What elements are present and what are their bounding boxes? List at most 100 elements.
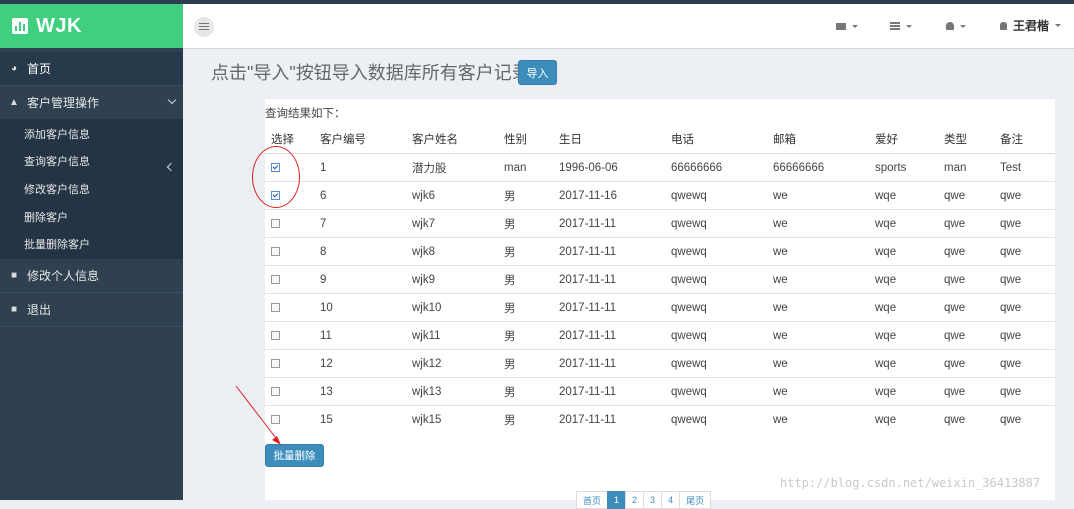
messages-menu[interactable] [836,20,858,32]
caret-down-icon [960,24,966,28]
table-cell: qwe [1000,321,1055,350]
submenu-delete-customer[interactable]: 删除客户 [0,203,183,231]
pagination-page-4[interactable]: 4 [661,491,681,509]
sidebar-toggle-button[interactable] [194,17,214,37]
column-header: 生日 [559,125,671,154]
logo[interactable]: WJK [0,4,183,48]
table-row: 15 wjk15 男 2017-11-11 qwewq we wqe qwe qwe [265,405,1055,433]
table-cell: 2017-11-11 [559,293,671,322]
import-button[interactable]: 导入 [518,60,557,85]
select-cell [265,377,320,406]
pagination-first[interactable]: 首页 [576,491,609,509]
select-cell [265,405,320,433]
table-cell: 2017-11-11 [559,377,671,406]
table-cell: 潜力股 [412,153,504,182]
table-cell: 11 [320,321,412,350]
pagination-page-1[interactable]: 1 [607,491,627,509]
table-row: 11 wjk11 男 2017-11-11 qwewq we wqe qwe qwe [265,321,1055,350]
table-cell: we [773,321,875,350]
row-checkbox[interactable] [271,246,280,256]
sidebar-item-logout[interactable]: ■ 退出 [0,293,183,326]
table-cell: 2017-11-11 [559,237,671,266]
watermark: http://blog.csdn.net/weixin_36413887 [780,476,1041,490]
row-checkbox[interactable] [271,358,280,368]
submenu-add-customer[interactable]: 添加客户信息 [0,120,183,148]
submenu-edit-customer[interactable]: 修改客户信息 [0,175,183,203]
table-cell: wjk9 [412,265,504,294]
envelope-icon [836,22,846,30]
table-cell: wjk11 [412,321,504,350]
table-cell: qwewq [671,209,773,238]
row-checkbox[interactable] [271,414,280,424]
table-cell: wqe [875,321,944,350]
table-cell: wqe [875,237,944,266]
table-header-row: 选择 客户编号 客户姓名 性别 生日 电话 邮箱 爱好 类型 备注 [265,125,1055,154]
table-cell: qwe [944,349,1000,378]
row-checkbox[interactable] [271,330,280,340]
table-cell: wqe [875,181,944,210]
results-panel: 查询结果如下： 选择 客户编号 客户姓名 性别 生日 电话 邮箱 爱好 类型 备… [265,99,1055,500]
file-icon: ■ [10,269,18,281]
select-cell [265,209,320,238]
table-cell: qwe [944,237,1000,266]
select-cell [265,265,320,294]
top-navbar: 王君楷 [183,4,1074,49]
table-cell: 男 [504,237,559,266]
table-cell: wjk8 [412,237,504,266]
table-cell: 9 [320,265,412,294]
row-checkbox[interactable] [271,386,280,396]
table-cell: qwe [944,209,1000,238]
user-icon [1000,21,1007,30]
bar-chart-icon [12,18,28,34]
sidebar-item-label: 客户管理操作 [27,96,100,110]
row-checkbox[interactable] [271,302,280,312]
sidebar-item-home[interactable]: ◕ 首页 [0,52,183,85]
row-checkbox[interactable] [271,274,280,284]
table-cell: 男 [504,265,559,294]
table-cell: 1996-06-06 [559,153,671,182]
select-cell [265,321,320,350]
notifications-menu[interactable] [946,20,966,32]
table-cell: wjk15 [412,405,504,433]
table-cell: 66666666 [671,153,773,182]
sidebar-item-customer-management[interactable]: ▲ 客户管理操作 [0,86,183,119]
tasks-menu[interactable] [890,20,912,32]
table-cell: sports [875,153,944,182]
sidebar: WJK ◕ 首页 ▲ 客户管理操作 添加客户信息 查询客户信息 修改客户信息 删… [0,4,183,500]
batch-delete-button[interactable]: 批量删除 [265,444,324,467]
table-cell: qwe [944,321,1000,350]
table-cell: wjk10 [412,293,504,322]
user-name: 王君楷 [1013,19,1050,33]
table-cell: 2017-11-11 [559,265,671,294]
table-cell: we [773,209,875,238]
table-cell: wqe [875,265,944,294]
sidebar-item-edit-profile[interactable]: ■ 修改个人信息 [0,259,183,292]
column-header: 备注 [1000,125,1055,154]
pagination-page-3[interactable]: 3 [643,491,663,509]
table-cell: qwe [1000,405,1055,433]
table-cell: 6 [320,181,412,210]
annotation-circle [252,146,300,208]
user-menu[interactable]: 王君楷 [1000,17,1062,34]
customer-submenu: 添加客户信息 查询客户信息 修改客户信息 删除客户 批量删除客户 [0,119,183,259]
table-row: 9 wjk9 男 2017-11-11 qwewq we wqe qwe qwe [265,265,1055,294]
table-cell: qwe [1000,181,1055,210]
table-cell: 2017-11-16 [559,181,671,210]
table-cell: 男 [504,349,559,378]
table-cell: qwe [1000,265,1055,294]
pagination-last[interactable]: 尾页 [679,491,712,509]
table-cell: qwe [944,265,1000,294]
sitemap-icon: ▲ [9,97,19,108]
submenu-query-customer[interactable]: 查询客户信息 [0,148,183,176]
table-cell: we [773,293,875,322]
table-cell: wqe [875,293,944,322]
pagination-page-2[interactable]: 2 [625,491,645,509]
table-cell: 2017-11-11 [559,405,671,433]
table-cell: 男 [504,293,559,322]
column-header: 电话 [671,125,773,154]
submenu-batch-delete-customer[interactable]: 批量删除客户 [0,230,183,258]
row-checkbox[interactable] [271,218,280,228]
table-cell: we [773,181,875,210]
table-cell: we [773,349,875,378]
server-icon [890,22,900,31]
